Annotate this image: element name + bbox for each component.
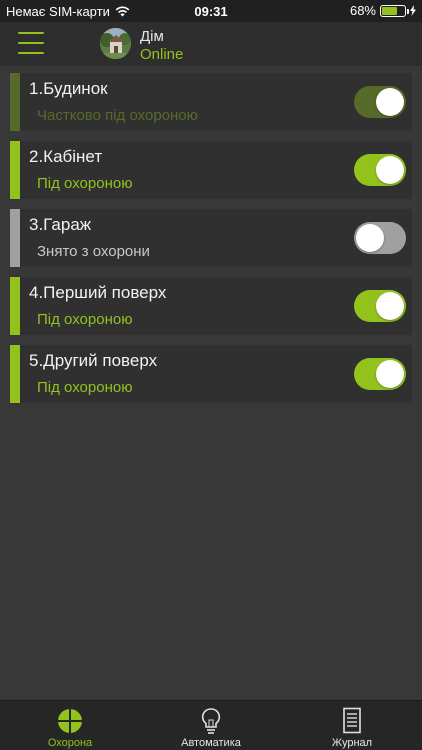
site-title: Дім	[140, 28, 164, 45]
tab-automation[interactable]: Автоматика	[141, 701, 281, 750]
menu-button[interactable]	[18, 32, 44, 54]
arm-toggle[interactable]	[354, 358, 406, 390]
charging-icon	[410, 5, 416, 16]
house-photo-icon	[100, 28, 131, 59]
group-card[interactable]: 1.Будинок Частково під охороною	[10, 73, 412, 131]
battery-level	[382, 6, 397, 15]
tab-security[interactable]: Охорона	[0, 701, 140, 750]
group-card[interactable]: 5.Другий поверх Під охороною	[10, 345, 412, 403]
toggle-knob	[376, 292, 404, 320]
group-status: Частково під охороною	[37, 107, 198, 124]
group-card[interactable]: 3.Гараж Знято з охорони	[10, 209, 412, 267]
group-state-indicator	[10, 73, 20, 131]
group-title: 5.Другий поверх	[29, 351, 158, 370]
group-status: Під охороною	[37, 379, 133, 396]
group-title: 2.Кабінет	[29, 147, 103, 166]
status-bar: Немає SIM-карти 09:31 68%	[0, 0, 422, 22]
shield-icon	[58, 709, 82, 733]
journal-icon	[343, 707, 361, 734]
arm-toggle[interactable]	[354, 222, 406, 254]
arm-toggle[interactable]	[354, 86, 406, 118]
hamburger-line	[18, 32, 44, 34]
arm-toggle[interactable]	[354, 290, 406, 322]
toggle-knob	[356, 224, 384, 252]
hamburger-line	[18, 42, 44, 44]
top-bar: Дім Online	[0, 22, 422, 66]
group-title: 3.Гараж	[29, 215, 92, 234]
arm-toggle[interactable]	[354, 154, 406, 186]
group-state-indicator	[10, 141, 20, 199]
group-state-indicator	[10, 277, 20, 335]
toggle-knob	[376, 88, 404, 116]
toggle-knob	[376, 156, 404, 184]
group-title: 1.Будинок	[29, 79, 108, 98]
status-right: 68%	[350, 3, 416, 18]
group-status: Під охороною	[37, 175, 133, 192]
group-title: 4.Перший поверх	[29, 283, 167, 302]
avatar[interactable]	[100, 28, 131, 59]
group-status: Під охороною	[37, 311, 133, 328]
battery-percent: 68%	[349, 3, 376, 18]
group-state-indicator	[10, 209, 20, 267]
tab-label: Охорона	[47, 737, 93, 749]
lightbulb-icon	[201, 708, 221, 734]
toggle-knob	[376, 360, 404, 388]
group-card[interactable]: 2.Кабінет Під охороною	[10, 141, 412, 199]
tab-bar: Охорона Автоматика Журнал	[0, 700, 422, 750]
battery-icon	[380, 4, 409, 17]
connection-status: Online	[140, 46, 184, 63]
tab-journal[interactable]: Журнал	[282, 701, 422, 750]
hamburger-line	[18, 52, 44, 54]
group-card[interactable]: 4.Перший поверх Під охороною	[10, 277, 412, 335]
group-state-indicator	[10, 345, 20, 403]
tab-label: Журнал	[331, 737, 373, 749]
group-status: Знято з охорони	[37, 243, 150, 260]
group-list: 1.Будинок Частково під охороною 2.Кабінет П…	[10, 73, 412, 413]
tab-label: Автоматика	[181, 737, 241, 749]
